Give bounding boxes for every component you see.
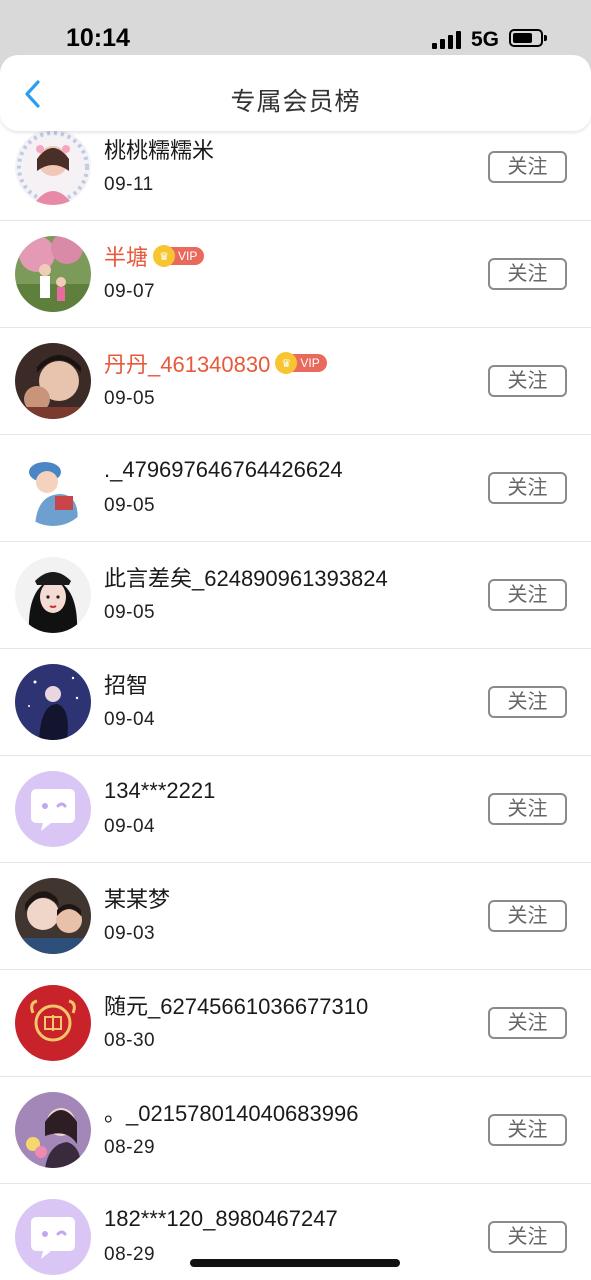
member-date: 09-05: [104, 602, 156, 623]
member-date: 08-29: [104, 1137, 156, 1158]
follow-button[interactable]: 关注: [488, 793, 567, 825]
avatar: [15, 450, 91, 526]
follow-button[interactable]: 关注: [488, 472, 567, 504]
follow-button[interactable]: 关注: [488, 900, 567, 932]
battery-icon: [509, 29, 547, 47]
avatar: [15, 1199, 91, 1275]
member-date: 09-05: [104, 495, 156, 516]
home-indicator: [190, 1259, 400, 1267]
member-date: 08-29: [104, 1244, 156, 1265]
status-time: 10:14: [66, 24, 130, 52]
list-item[interactable]: 此言差矣_624890961393824 09-05 关注: [0, 542, 591, 649]
member-name: 丹丹_461340830: [104, 352, 271, 377]
follow-button[interactable]: 关注: [488, 258, 567, 290]
list-item[interactable]: 某某梦 09-03 关注: [0, 863, 591, 970]
member-name: 半塘: [104, 245, 149, 270]
follow-button[interactable]: 关注: [488, 1221, 567, 1253]
network-label: 5G: [471, 28, 500, 51]
list-item[interactable]: 半塘 ♛ VIP 09-07 关注: [0, 221, 591, 328]
chat-bubble-icon: [15, 771, 91, 847]
list-item[interactable]: 招智 09-04 关注: [0, 649, 591, 756]
crown-icon: ♛: [275, 352, 298, 374]
list-item[interactable]: ._479697646764426624 09-05 关注: [0, 435, 591, 542]
member-date: 09-04: [104, 709, 156, 730]
avatar: [15, 985, 91, 1061]
avatar: [15, 236, 91, 312]
avatar: [15, 771, 91, 847]
follow-button[interactable]: 关注: [488, 151, 567, 183]
vip-badge: ♛ VIP: [275, 352, 327, 374]
crown-icon: ♛: [153, 245, 176, 267]
avatar: [15, 664, 91, 740]
avatar: [15, 557, 91, 633]
follow-button[interactable]: 关注: [488, 686, 567, 718]
avatar: [15, 129, 91, 205]
member-name: 134***2221: [104, 778, 216, 803]
member-date: 08-30: [104, 1030, 156, 1051]
signal-icon: [432, 31, 462, 49]
nav-bar: 专属会员榜: [0, 55, 591, 131]
list-item[interactable]: 。_021578014040683996 08-29 关注: [0, 1077, 591, 1184]
screen: 10:14 5G 专属会员榜 桃桃糯糯米 09-11 关注 半塘 ♛ VIP 0…: [0, 0, 591, 1280]
member-date: 09-11: [104, 174, 154, 195]
avatar: [15, 343, 91, 419]
member-date: 09-07: [104, 281, 156, 302]
member-name: ._479697646764426624: [104, 457, 343, 482]
member-name: 。_021578014040683996: [104, 1101, 359, 1126]
chat-bubble-icon: [15, 1199, 91, 1275]
follow-button[interactable]: 关注: [488, 365, 567, 397]
list-item[interactable]: 随元_62745661036677310 08-30 关注: [0, 970, 591, 1077]
list-item[interactable]: 丹丹_461340830 ♛ VIP 09-05 关注: [0, 328, 591, 435]
list-item[interactable]: 134***2221 09-04 关注: [0, 756, 591, 863]
member-date: 09-05: [104, 388, 156, 409]
member-list: 桃桃糯糯米 09-11 关注 半塘 ♛ VIP 09-07 关注 丹丹_4613…: [0, 114, 591, 1280]
member-name: 某某梦: [104, 887, 171, 912]
member-name: 招智: [104, 673, 149, 698]
member-name: 182***120_8980467247: [104, 1206, 338, 1231]
member-date: 09-03: [104, 923, 156, 944]
member-name: 桃桃糯糯米: [104, 138, 215, 163]
follow-button[interactable]: 关注: [488, 1114, 567, 1146]
avatar: [15, 878, 91, 954]
follow-button[interactable]: 关注: [488, 1007, 567, 1039]
avatar: [15, 1092, 91, 1168]
member-name: 此言差矣_624890961393824: [104, 566, 388, 591]
vip-badge: ♛ VIP: [153, 245, 205, 267]
member-date: 09-04: [104, 816, 156, 837]
member-name: 随元_62745661036677310: [104, 994, 369, 1019]
follow-button[interactable]: 关注: [488, 579, 567, 611]
page-title: 专属会员榜: [230, 88, 361, 116]
